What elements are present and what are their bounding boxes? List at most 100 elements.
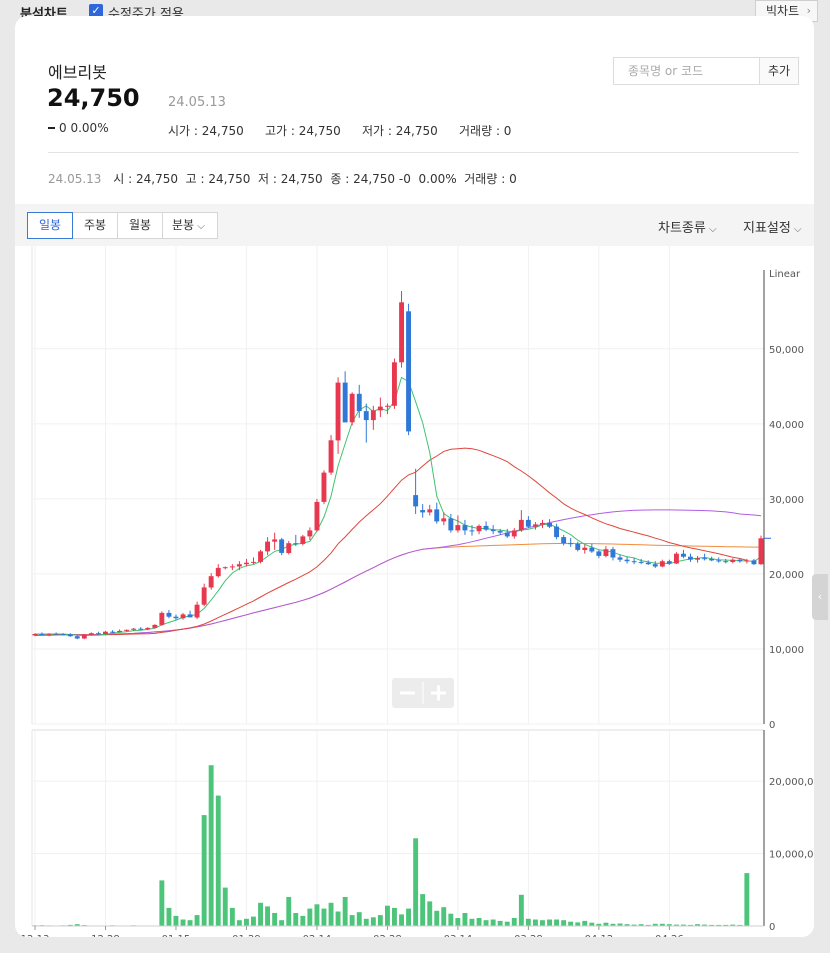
volume-bar — [561, 920, 567, 926]
candle-body — [448, 518, 454, 531]
flat-change-icon — [48, 127, 55, 129]
candle-body — [173, 616, 179, 619]
high-price: 고가 : 24,750 — [265, 124, 341, 138]
volume-bar — [236, 920, 242, 926]
stock-search-input[interactable] — [614, 58, 759, 84]
volume-bar — [441, 907, 447, 926]
candle-body — [286, 543, 292, 553]
high-label: 고가 — [265, 124, 288, 138]
volume-bar — [483, 920, 489, 926]
tab-minute[interactable]: 분봉 ⌵ — [162, 212, 218, 239]
x-tick-label: 02.28 — [373, 934, 402, 937]
volume-bar — [568, 921, 574, 926]
tab-weekly[interactable]: 주봉 — [72, 212, 118, 239]
candle-body — [716, 560, 722, 562]
volume-bar — [511, 918, 517, 926]
candle-body — [32, 634, 38, 636]
volume-bar — [159, 880, 165, 926]
candle-body — [74, 636, 80, 639]
volume-tick-label: 20,000,000 — [769, 777, 814, 788]
candle-body — [88, 633, 94, 635]
volume-bar — [356, 912, 362, 926]
candle-body — [631, 561, 637, 563]
candle-body — [427, 509, 433, 513]
tab-monthly[interactable]: 월봉 — [117, 212, 163, 239]
volume-bar — [335, 911, 341, 926]
candle-body — [335, 382, 341, 441]
volume-bar — [427, 901, 433, 926]
x-tick-label: 02.14 — [303, 934, 332, 937]
volume-bar — [420, 894, 426, 926]
candle-body — [476, 525, 482, 532]
price-tick-label: 0 — [769, 720, 775, 731]
volume-bar — [533, 919, 538, 926]
candle-body — [603, 549, 609, 556]
candle-body — [39, 634, 45, 635]
volume-bar — [215, 795, 221, 926]
stock-search-box — [613, 57, 760, 85]
summary-high-label: 고 — [185, 172, 197, 186]
indicator-menu[interactable]: 지표설정 ⌵ — [743, 217, 802, 236]
volume-bar — [272, 913, 278, 926]
volume-bar — [554, 919, 559, 926]
volume-bar — [314, 904, 320, 926]
high-value: 24,750 — [298, 124, 341, 138]
volume-bar — [490, 919, 496, 926]
chart-type-menu[interactable]: 차트종류 ⌵ — [658, 217, 717, 236]
summary-date: 24.05.13 — [48, 172, 102, 186]
candle-body — [695, 558, 700, 560]
volume-bar — [504, 921, 510, 926]
candle-body — [222, 567, 228, 569]
candle-body — [159, 612, 165, 625]
summary-close-label: 종 — [330, 172, 342, 186]
x-tick-label: 03.14 — [444, 934, 473, 937]
summary-low: 24,750 — [280, 172, 323, 186]
candle-body — [638, 561, 644, 563]
volume-bar — [342, 897, 348, 926]
volume-bar — [166, 907, 172, 926]
candle-body — [300, 536, 306, 544]
volume-bar — [349, 915, 355, 926]
volume-bar — [201, 815, 207, 926]
open-value: 24,750 — [201, 124, 244, 138]
volume-bar — [208, 765, 214, 926]
candle-body — [145, 627, 151, 630]
candle-body — [406, 311, 411, 432]
stock-chart[interactable]: 0 10,000 20,000 30,000 40,000 50,000 0 10,000,0… — [15, 246, 814, 937]
panel-toggle-handle[interactable]: ‹ — [812, 574, 828, 620]
summary-volume-label: 거래량 — [464, 172, 498, 186]
candle-body — [215, 567, 221, 577]
price-date: 24.05.13 — [168, 95, 226, 110]
volume-bar — [307, 908, 313, 926]
candle-body — [652, 564, 658, 567]
zoom-out-button[interactable] — [392, 678, 423, 708]
volume-bar — [413, 838, 419, 926]
candle-body — [533, 524, 538, 527]
candle-body — [81, 634, 87, 639]
volume-bar — [392, 907, 397, 926]
volume-bar — [744, 873, 750, 926]
zoom-in-button[interactable] — [423, 678, 454, 708]
candle-body — [328, 440, 334, 473]
volume-bar — [194, 915, 200, 926]
volume-bar — [173, 915, 179, 926]
volume-bar — [434, 910, 440, 926]
volume-bar — [455, 918, 461, 926]
candle-body — [645, 562, 651, 565]
add-stock-button[interactable]: 추가 — [759, 57, 799, 85]
candle-body — [342, 382, 348, 423]
candle-body — [60, 634, 66, 635]
low-price: 저가 : 24,750 — [362, 124, 438, 138]
candle-body — [540, 522, 545, 525]
volume-bar — [399, 914, 404, 926]
candle-body — [272, 539, 278, 542]
candle-body — [385, 405, 390, 407]
volume-bar — [180, 919, 186, 926]
candle-body — [624, 559, 630, 562]
summary-high: 24,750 — [208, 172, 251, 186]
volume-bar — [575, 922, 581, 926]
x-tick-label: 03.28 — [514, 934, 543, 937]
low-label: 저가 — [362, 124, 385, 138]
tab-daily[interactable]: 일봉 — [27, 212, 73, 239]
candle-body — [124, 629, 130, 631]
